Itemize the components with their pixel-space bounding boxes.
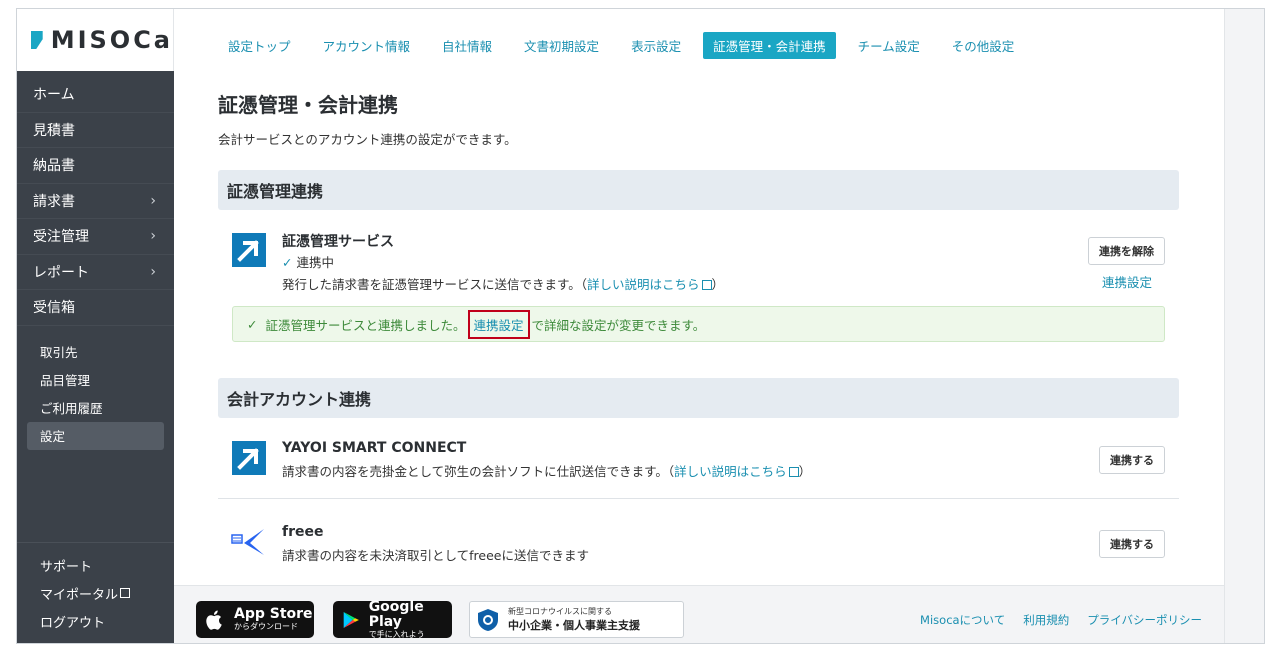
notice-text: 証憑管理サービスと連携しました。 [265,317,466,333]
sidebar: MISOCa ホーム 見積書 納品書 請求書 › 受注管理 › レポート › 受信箱 … [17,9,174,643]
sidebar-item-label: 納品書 [33,158,75,175]
right-gutter [1224,9,1264,643]
footer: App Store からダウンロード Google Play で手に入れよう 新… [174,585,1224,643]
sidebar-item-orders[interactable]: 受注管理 › [17,219,174,255]
sidebar-item-home[interactable]: ホーム [17,77,174,113]
sidebar-item-settings[interactable]: 設定 [27,421,164,450]
sidebar-item-label: 見積書 [33,122,75,139]
sidebar-item-products[interactable]: 品目管理 [27,366,164,394]
section-header-accounting: 会計アカウント連携 [218,378,1179,418]
logo[interactable]: MISOCa [17,9,174,71]
google-play-icon [343,611,359,628]
app-store-badge[interactable]: App Store からダウンロード [196,601,314,638]
details-link-label: 詳しい説明はこちら [587,277,700,292]
misoca-logo-icon [31,31,43,49]
tab-display-settings[interactable]: 表示設定 [621,32,691,59]
tab-team-settings[interactable]: チーム設定 [848,32,930,59]
settings-tabs: 設定トップ アカウント情報 自社情報 文書初期設定 表示設定 証憑管理・会計連携… [218,32,1036,59]
details-link[interactable]: 詳しい説明はこちら [674,464,799,479]
divider [218,498,1179,499]
freee-service-name: freee [282,524,324,540]
voucher-service-description: 発行した請求書を証憑管理サービスに送信できます。（詳しい説明はこちら ） [282,274,724,293]
google-play-line1: Google Play [368,598,424,630]
app-store-line1: App Store [234,606,313,622]
tab-account-info[interactable]: アカウント情報 [313,32,421,59]
tab-settings-top[interactable]: 設定トップ [218,32,301,59]
freee-service-description: 請求書の内容を未決済取引としてfreeeに送信できます [282,548,589,563]
description-suffix: ） [798,464,812,479]
footer-link-terms[interactable]: 利用規約 [1023,612,1069,628]
footer-link-privacy[interactable]: プライバシーポリシー [1087,612,1202,628]
description-suffix: ） [711,277,725,292]
sidebar-main-nav: ホーム 見積書 納品書 請求書 › 受注管理 › レポート › 受信箱 [17,77,174,326]
yayoi-logo-icon [232,441,266,475]
success-notice: ✓ 証憑管理サービスと連携しました。 連携設定 で詳細な設定が変更できます。 [232,306,1165,342]
yayoi-connect-button[interactable]: 連携する [1099,446,1165,474]
sidebar-bottom-nav: サポート マイポータル ログアウト [17,542,174,635]
sidebar-item-label: レポート [33,264,89,281]
sidebar-item-label: ホーム [33,87,75,104]
chevron-right-icon: › [150,228,156,245]
description-text: 発行した請求書を証憑管理サービスに送信できます。（ [282,277,588,292]
page-description: 会計サービスとのアカウント連携の設定ができます。 [218,132,517,147]
freee-connect-button[interactable]: 連携する [1099,530,1165,558]
covid-support-banner[interactable]: 新型コロナウイルスに関する 中小企業・個人事業主支援 [469,601,684,638]
tab-document-defaults[interactable]: 文書初期設定 [514,32,609,59]
details-link[interactable]: 詳しい説明はこちら [587,277,712,292]
sidebar-item-estimates[interactable]: 見積書 [17,113,174,148]
sidebar-item-support[interactable]: サポート [17,551,174,579]
page-title: 証憑管理・会計連携 [218,93,398,117]
voucher-service-status: ✓ 連携中 [282,252,334,271]
footer-link-about[interactable]: Misocaについて [920,612,1005,628]
notice-text-suffix: で詳細な設定が変更できます。 [531,317,706,333]
sidebar-item-delivery-notes[interactable]: 納品書 [17,148,174,184]
section-header-voucher: 証憑管理連携 [218,170,1179,210]
sidebar-item-clients[interactable]: 取引先 [27,338,164,366]
sidebar-item-usage-history[interactable]: ご利用履歴 [27,394,164,422]
sidebar-item-label: 受注管理 [33,229,89,246]
sidebar-item-label: 請求書 [33,193,75,210]
integration-settings-link[interactable]: 連携設定 [1102,272,1152,291]
yayoi-service-description: 請求書の内容を売掛金として弥生の会計ソフトに仕訳送信できます。（詳しい説明はこち… [282,461,811,480]
external-link-icon [701,280,712,290]
apple-icon [206,610,222,630]
external-link-icon [788,467,799,477]
covid-line2: 中小企業・個人事業主支援 [508,619,640,632]
external-link-icon [120,588,131,598]
main-content: 設定トップ アカウント情報 自社情報 文書初期設定 表示設定 証憑管理・会計連携… [174,9,1224,643]
unlink-button[interactable]: 連携を解除 [1088,237,1165,265]
sidebar-item-label: 受信箱 [33,300,75,317]
footer-links: Misocaについて 利用規約 プライバシーポリシー [902,612,1202,628]
tab-voucher-accounting[interactable]: 証憑管理・会計連携 [703,32,836,59]
tab-other-settings[interactable]: その他設定 [942,32,1025,59]
sidebar-item-label: マイポータル [40,587,119,603]
google-play-badge[interactable]: Google Play で手に入れよう [333,598,452,639]
sidebar-item-invoices[interactable]: 請求書 › [17,184,174,219]
sidebar-sub-nav: 取引先 品目管理 ご利用履歴 設定 [17,338,174,450]
sidebar-item-my-portal[interactable]: マイポータル [17,579,174,607]
app-store-line2: からダウンロード [234,622,298,631]
voucher-service-logo-icon [232,233,266,267]
description-text: 請求書の内容を売掛金として弥生の会計ソフトに仕訳送信できます。（ [282,464,675,479]
google-play-line2: で手に入れよう [368,629,425,639]
tab-company-info[interactable]: 自社情報 [432,32,502,59]
sidebar-item-reports[interactable]: レポート › [17,255,174,290]
notice-settings-link[interactable]: 連携設定 [467,309,530,339]
sidebar-item-logout[interactable]: ログアウト [17,607,174,635]
shield-icon [478,608,498,631]
app-window: MISOCa ホーム 見積書 納品書 請求書 › 受注管理 › レポート › 受信箱 … [16,8,1265,644]
chevron-right-icon: › [150,192,156,209]
yayoi-service-name: YAYOI SMART CONNECT [282,440,467,456]
chevron-right-icon: › [150,263,156,280]
freee-logo-icon [231,529,264,555]
sidebar-item-inbox[interactable]: 受信箱 [17,290,174,326]
logo-text: MISOCa [50,26,173,54]
voucher-service-name: 証憑管理サービス [282,234,394,250]
check-icon: ✓ [282,255,293,270]
details-link-label: 詳しい説明はこちら [674,464,787,479]
status-text: 連携中 [296,255,334,270]
check-icon: ✓ [247,316,258,332]
covid-line1: 新型コロナウイルスに関する [508,607,612,616]
